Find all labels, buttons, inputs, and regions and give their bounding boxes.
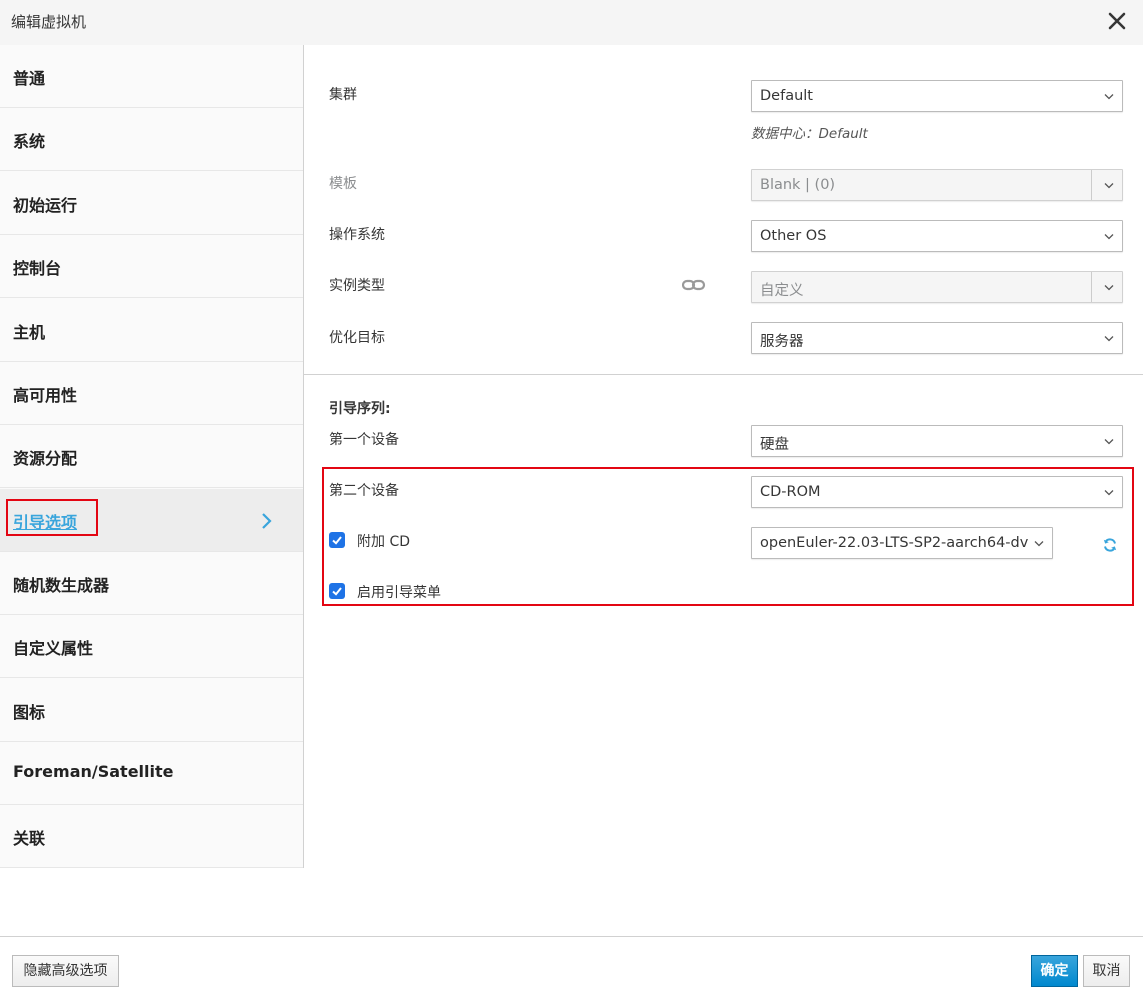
attach-cd-value: openEuler-22.03-LTS-SP2-aarch64-dv bbox=[760, 535, 1029, 551]
sidebar-item-label: 图标 bbox=[13, 703, 46, 722]
sidebar-item-label: 系统 bbox=[13, 132, 46, 151]
template-value: Blank | (0) bbox=[760, 177, 836, 193]
checkmark-icon bbox=[332, 536, 342, 545]
chevron-right-icon bbox=[260, 511, 274, 531]
sidebar-item-console[interactable]: 控制台 bbox=[0, 235, 303, 298]
close-icon[interactable] bbox=[1104, 8, 1130, 34]
sidebar-nav: 普通 系统 初始运行 控制台 主机 高可用性 资源分配 引导选项 随机数生成器 … bbox=[0, 45, 304, 868]
sidebar-item-label: 初始运行 bbox=[13, 196, 78, 215]
footer-divider bbox=[0, 936, 1143, 937]
chevron-down-icon bbox=[1104, 490, 1114, 496]
sidebar-item-high-availability[interactable]: 高可用性 bbox=[0, 362, 303, 425]
optimize-select[interactable]: 服务器 bbox=[751, 322, 1123, 354]
sidebar-item-label: 控制台 bbox=[13, 259, 62, 278]
sidebar-item-label: 自定义属性 bbox=[13, 639, 94, 658]
main-content: 集群 Default 数据中心：Default 模板 Blank | (0) 操… bbox=[304, 45, 1143, 868]
highlight-box bbox=[6, 499, 98, 536]
checkmark-icon bbox=[332, 587, 342, 596]
sidebar-item-label: 主机 bbox=[13, 323, 46, 342]
sidebar-item-system[interactable]: 系统 bbox=[0, 108, 303, 171]
sidebar-item-label: Foreman/Satellite bbox=[13, 762, 174, 781]
cluster-label: 集群 bbox=[329, 87, 357, 103]
os-label: 操作系统 bbox=[329, 227, 385, 243]
sidebar-item-affinity[interactable]: 关联 bbox=[0, 805, 303, 868]
ok-button[interactable]: 确定 bbox=[1031, 955, 1078, 987]
os-select[interactable]: Other OS bbox=[751, 220, 1123, 252]
optimize-value: 服务器 bbox=[760, 334, 804, 350]
sidebar-item-custom-properties[interactable]: 自定义属性 bbox=[0, 615, 303, 678]
boot-sequence-title: 引导序列: bbox=[329, 401, 391, 417]
os-value: Other OS bbox=[760, 228, 827, 244]
attach-cd-label: 附加 CD bbox=[357, 534, 411, 550]
chevron-down-icon bbox=[1104, 94, 1114, 100]
second-device-value: CD-ROM bbox=[760, 484, 821, 500]
boot-menu-label: 启用引导菜单 bbox=[357, 585, 441, 601]
chevron-down-icon bbox=[1104, 183, 1114, 189]
cluster-select[interactable]: Default bbox=[751, 80, 1123, 112]
template-label: 模板 bbox=[329, 176, 357, 192]
chevron-down-icon bbox=[1104, 285, 1114, 291]
first-device-value: 硬盘 bbox=[760, 437, 789, 453]
first-device-select[interactable]: 硬盘 bbox=[751, 425, 1123, 457]
sidebar-item-initial-run[interactable]: 初始运行 bbox=[0, 172, 303, 235]
section-divider bbox=[304, 374, 1143, 375]
sidebar-item-resource-allocation[interactable]: 资源分配 bbox=[0, 425, 303, 488]
sidebar-item-general[interactable]: 普通 bbox=[0, 45, 303, 108]
chevron-down-icon bbox=[1104, 234, 1114, 240]
sidebar-item-host[interactable]: 主机 bbox=[0, 299, 303, 362]
boot-menu-checkbox[interactable] bbox=[329, 583, 345, 599]
sidebar-item-icon[interactable]: 图标 bbox=[0, 679, 303, 742]
instance-type-label: 实例类型 bbox=[329, 278, 385, 294]
sidebar-item-random-generator[interactable]: 随机数生成器 bbox=[0, 552, 303, 615]
instance-type-select: 自定义 bbox=[751, 271, 1123, 303]
chevron-down-icon bbox=[1034, 541, 1044, 547]
sidebar-item-label: 随机数生成器 bbox=[13, 576, 110, 595]
optimize-label: 优化目标 bbox=[329, 330, 385, 346]
hide-advanced-button[interactable]: 隐藏高级选项 bbox=[12, 955, 119, 987]
chevron-down-icon bbox=[1104, 336, 1114, 342]
refresh-icon[interactable] bbox=[1102, 537, 1118, 553]
attach-cd-select[interactable]: openEuler-22.03-LTS-SP2-aarch64-dv bbox=[751, 527, 1053, 559]
second-device-select[interactable]: CD-ROM bbox=[751, 476, 1123, 508]
sidebar-item-label: 资源分配 bbox=[13, 449, 78, 468]
template-select: Blank | (0) bbox=[751, 169, 1123, 201]
cancel-button[interactable]: 取消 bbox=[1083, 955, 1130, 987]
cluster-value: Default bbox=[760, 88, 813, 104]
chevron-down-icon bbox=[1104, 439, 1114, 445]
sidebar-item-label: 关联 bbox=[13, 829, 46, 848]
sidebar-item-foreman-satellite[interactable]: Foreman/Satellite bbox=[0, 742, 303, 805]
datacenter-hint: 数据中心：Default bbox=[751, 126, 868, 142]
first-device-label: 第一个设备 bbox=[329, 432, 399, 448]
sidebar-item-label: 普通 bbox=[13, 69, 46, 88]
sidebar-item-label: 高可用性 bbox=[13, 386, 78, 405]
second-device-label: 第二个设备 bbox=[329, 483, 399, 499]
instance-type-value: 自定义 bbox=[760, 283, 804, 299]
link-icon[interactable] bbox=[681, 278, 706, 292]
attach-cd-checkbox[interactable] bbox=[329, 532, 345, 548]
dialog-title: 编辑虚拟机 bbox=[11, 13, 87, 31]
dialog-header: 编辑虚拟机 bbox=[0, 0, 1143, 45]
